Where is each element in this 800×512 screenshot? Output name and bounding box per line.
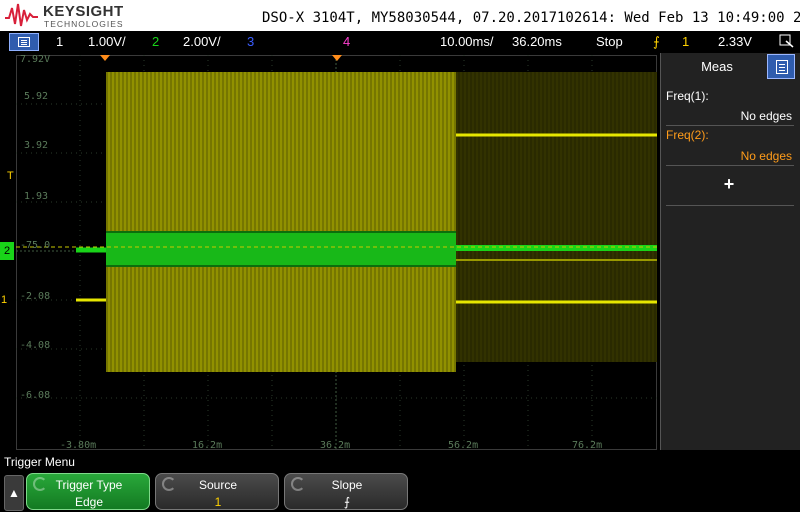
list-icon xyxy=(776,60,788,74)
keysight-wave-icon xyxy=(5,3,38,27)
ch1-number[interactable]: 1 xyxy=(56,34,63,49)
panel-menu-button[interactable] xyxy=(767,54,795,79)
y-label-0: 7.92V xyxy=(20,54,51,65)
add-measurement-button[interactable]: + xyxy=(720,175,738,193)
keysight-logo: KEYSIGHT TECHNOLOGIES xyxy=(4,2,154,29)
up-arrow-icon: ▲ xyxy=(8,486,20,500)
ch2-number[interactable]: 2 xyxy=(152,34,159,49)
softkey-label: Trigger Type xyxy=(55,478,123,492)
trigger-level-marker[interactable]: T xyxy=(7,170,14,182)
ch1-scale[interactable]: 1.00V/ xyxy=(88,34,126,49)
softkey-value: 1 xyxy=(214,495,222,509)
run-state: Stop xyxy=(596,34,623,49)
y-label-2: 3.92 xyxy=(24,140,49,151)
meas-divider xyxy=(666,205,794,206)
meas-divider xyxy=(666,165,794,166)
x-label-1: 16.2m xyxy=(192,440,223,451)
menu-icon xyxy=(18,37,30,47)
ch2-ground-marker[interactable]: 2 xyxy=(0,242,14,260)
trigger-source[interactable]: 1 xyxy=(682,34,689,49)
top-header: KEYSIGHT TECHNOLOGIES DSO-X 3104T, MY580… xyxy=(0,0,800,31)
meas-value-freq1: No edges xyxy=(740,109,792,123)
meas-value-freq2: No edges xyxy=(740,149,792,163)
slope-softkey[interactable]: Slope ⨍ xyxy=(284,473,408,510)
instrument-info: DSO-X 3104T, MY58030544, 07.20.201710261… xyxy=(262,10,800,26)
y-label-3: 1.93 xyxy=(24,191,49,202)
brand-name: KEYSIGHT xyxy=(43,3,124,20)
meas-label-freq2[interactable]: Freq(2): xyxy=(666,128,709,142)
x-label-4: 76.2m xyxy=(572,440,603,451)
time-delay[interactable]: 36.20ms xyxy=(512,34,562,49)
trigger-position-marker[interactable] xyxy=(100,55,110,61)
graticule-svg xyxy=(16,55,657,450)
x-label-2: 36.2m xyxy=(320,440,351,451)
y-label-1: 5.92 xyxy=(24,91,49,102)
main-menu-button[interactable] xyxy=(9,33,39,51)
trigger-level[interactable]: 2.33V xyxy=(718,34,752,49)
ch2-burst-trace xyxy=(106,231,456,266)
trigger-type-softkey[interactable]: Trigger Type Edge xyxy=(26,473,150,510)
softkey-value: ⨍ xyxy=(343,495,351,509)
ch1-persistence xyxy=(456,72,657,362)
expand-icon[interactable] xyxy=(779,34,795,48)
ch1-ground-marker[interactable]: 1 xyxy=(1,294,7,306)
softkey-value: Edge xyxy=(74,495,104,509)
trigger-slope-icon: ⨍ xyxy=(653,34,660,49)
ch4-number[interactable]: 4 xyxy=(343,34,350,49)
x-label-3: 56.2m xyxy=(448,440,479,451)
ch1-burst-trace xyxy=(106,72,456,372)
y-label-4: -75.0 xyxy=(20,240,51,251)
softmenu-title: Trigger Menu xyxy=(4,455,75,469)
meas-tab[interactable]: Meas xyxy=(672,56,762,78)
ch3-number[interactable]: 3 xyxy=(247,34,254,49)
x-label-0: -3.80m xyxy=(60,440,97,451)
ch2-scale[interactable]: 2.00V/ xyxy=(183,34,221,49)
delay-marker[interactable] xyxy=(332,55,342,61)
waveform-display[interactable] xyxy=(16,55,657,450)
softkey-label: Source xyxy=(198,478,238,492)
source-softkey[interactable]: Source 1 xyxy=(155,473,279,510)
y-label-5: -2.08 xyxy=(20,291,51,302)
meas-label-freq1[interactable]: Freq(1): xyxy=(666,89,709,103)
softkey-label: Slope xyxy=(331,478,363,492)
y-label-7: -6.08 xyxy=(20,390,51,401)
channel-status-bar: 1 1.00V/ 2 2.00V/ 3 4 10.00ms/ 36.20ms S… xyxy=(0,31,800,51)
y-label-6: -4.08 xyxy=(20,340,51,351)
brand-subtitle: TECHNOLOGIES xyxy=(44,19,124,29)
menu-up-button[interactable]: ▲ xyxy=(4,475,24,511)
meas-divider xyxy=(666,125,794,126)
timebase-scale[interactable]: 10.00ms/ xyxy=(440,34,493,49)
